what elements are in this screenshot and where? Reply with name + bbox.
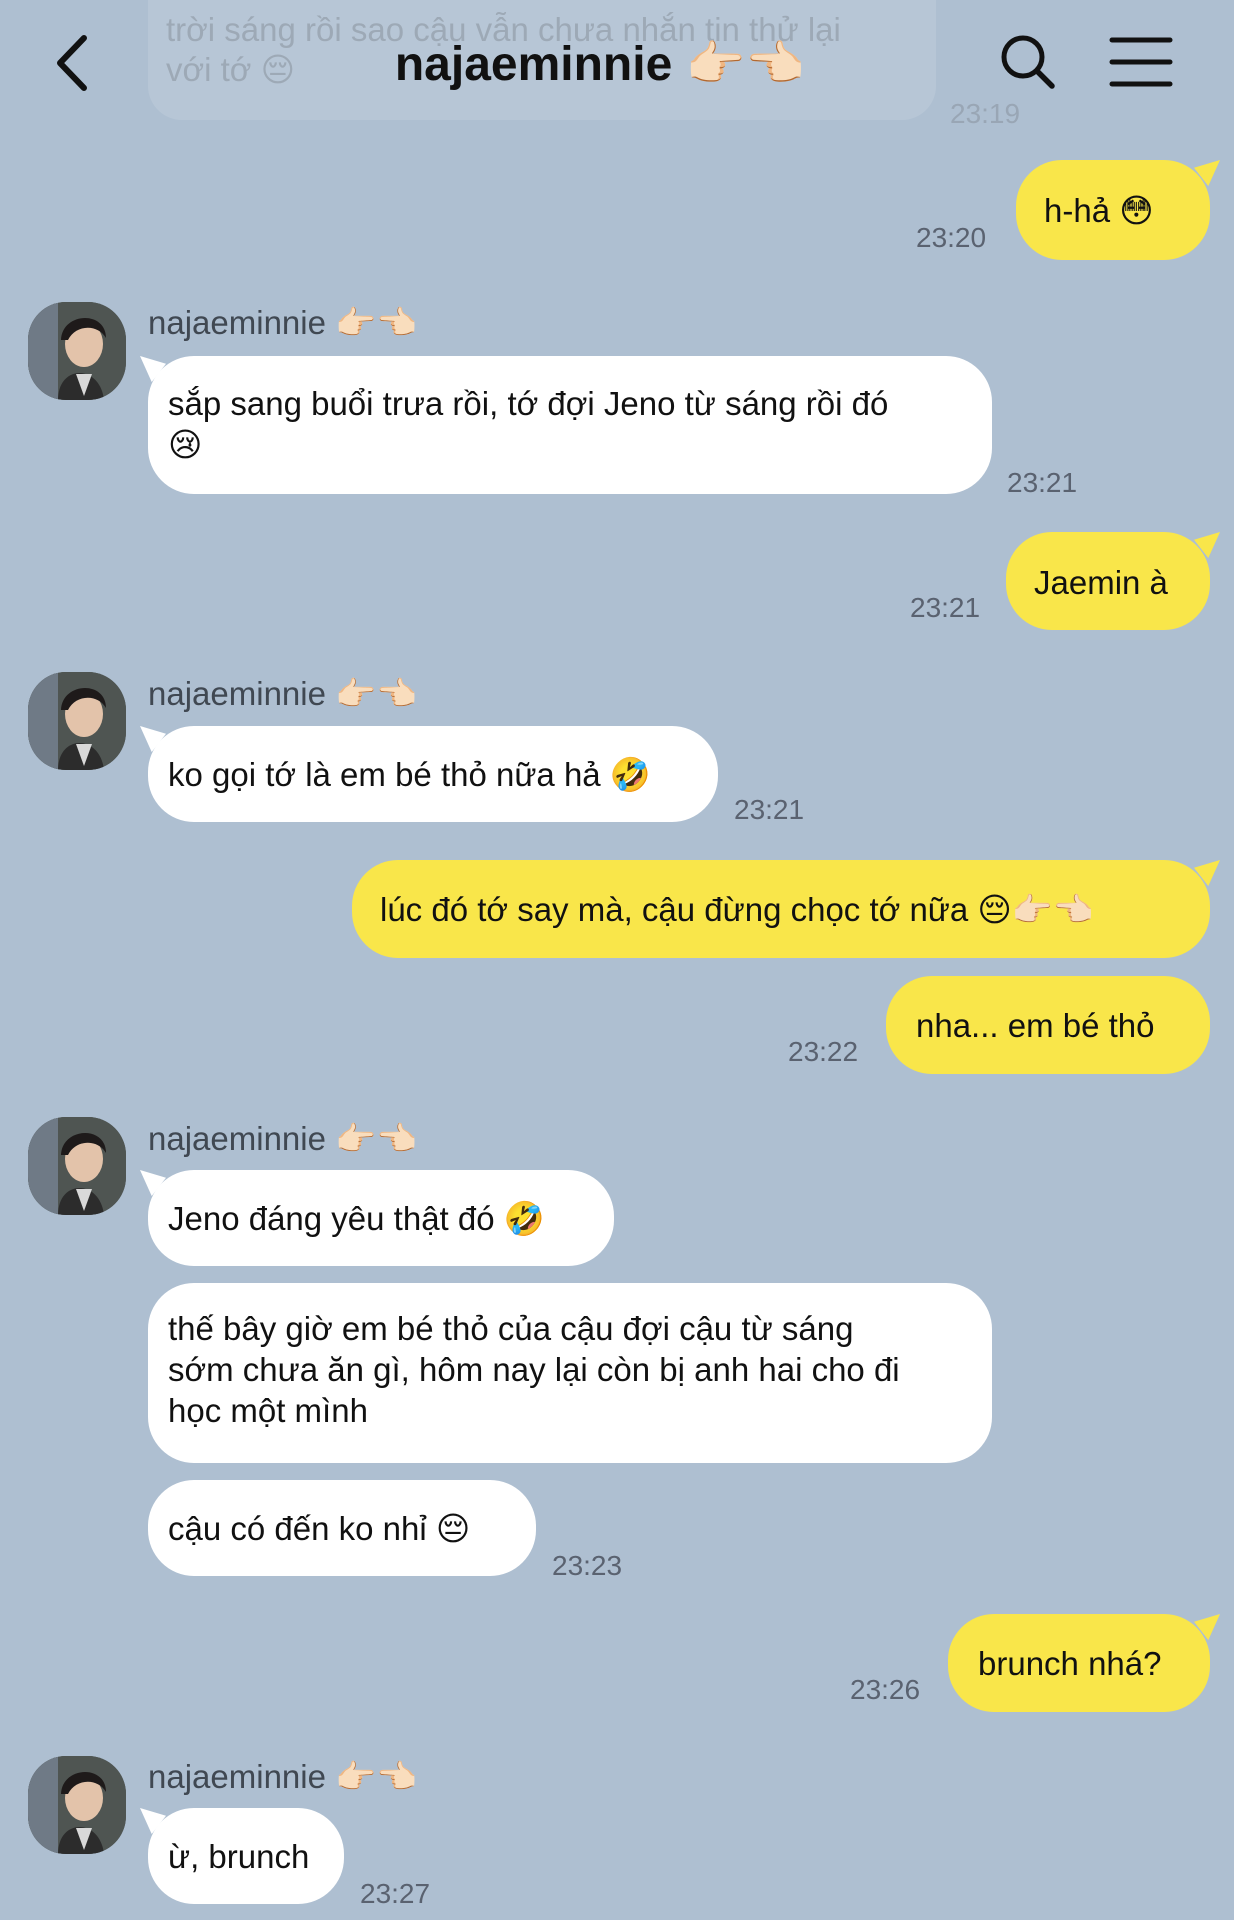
my-message-bubble[interactable]: h-hả 😳 xyxy=(1016,160,1210,260)
message-text: brunch nhá? xyxy=(978,1645,1162,1682)
message-time: 23:21 xyxy=(1007,467,1078,498)
avatar[interactable] xyxy=(28,1117,126,1215)
chevron-left-icon xyxy=(57,35,87,91)
message-time: 23:21 xyxy=(734,794,805,825)
message-time: 23:23 xyxy=(552,1550,623,1581)
their-message-bubble[interactable]: ừ, brunch xyxy=(148,1808,344,1904)
sender-name: najaeminnie 👉🏻👈🏻 xyxy=(148,304,418,341)
message-time: 23:27 xyxy=(360,1878,431,1909)
hamburger-menu-icon xyxy=(1109,37,1173,87)
their-message-bubble[interactable]: cậu có đến ko nhỉ 😔 xyxy=(148,1480,536,1576)
message-text: 😢 xyxy=(168,426,203,463)
message-text: Jeno đáng yêu thật đó 🤣 xyxy=(168,1200,545,1237)
message-time: 23:22 xyxy=(788,1036,859,1067)
message-text: nha... em bé thỏ xyxy=(916,1007,1155,1044)
their-message-bubble[interactable]: Jeno đáng yêu thật đó 🤣 xyxy=(148,1170,614,1266)
avatar-photo xyxy=(28,1756,126,1854)
my-message-bubble[interactable]: nha... em bé thỏ xyxy=(886,976,1210,1074)
message-text: học một mình xyxy=(168,1392,368,1429)
avatar-photo xyxy=(28,672,126,770)
their-message-bubble[interactable]: thế bây giờ em bé thỏ của cậu đợi cậu từ… xyxy=(148,1283,992,1463)
message-text: Jaemin à xyxy=(1034,564,1168,601)
back-button[interactable] xyxy=(50,28,110,98)
my-message-bubble[interactable]: brunch nhá? xyxy=(948,1614,1210,1712)
avatar-photo xyxy=(28,302,126,400)
avatar-photo xyxy=(28,1117,126,1215)
sender-name: najaeminnie 👉🏻👈🏻 xyxy=(148,1120,418,1157)
chat-title: najaeminnie 👉🏻👈🏻 xyxy=(394,38,806,91)
message-time: 23:21 xyxy=(910,592,981,623)
message-time: 23:20 xyxy=(916,222,987,253)
message-text: h-hả 😳 xyxy=(1044,192,1154,229)
avatar[interactable] xyxy=(28,1756,126,1854)
message-text: lúc đó tớ say mà, cậu đừng chọc tớ nữa 😔… xyxy=(380,891,1094,928)
search-icon xyxy=(1001,35,1055,89)
message-text: ko gọi tớ là em bé thỏ nữa hả 🤣 xyxy=(168,756,651,793)
sender-name: najaeminnie 👉🏻👈🏻 xyxy=(148,1758,418,1795)
avatar[interactable] xyxy=(28,302,126,400)
message-text: sớm chưa ăn gì, hôm nay lại còn bị anh h… xyxy=(168,1351,900,1388)
chat-header: najaeminnie 👉🏻👈🏻 xyxy=(0,0,1234,130)
message-text: sắp sang buổi trưa rồi, tớ đợi Jeno từ s… xyxy=(168,385,889,422)
avatar[interactable] xyxy=(28,672,126,770)
my-message-bubble[interactable]: lúc đó tớ say mà, cậu đừng chọc tớ nữa 😔… xyxy=(352,860,1210,958)
sender-name: najaeminnie 👉🏻👈🏻 xyxy=(148,675,418,712)
message-text: cậu có đến ko nhỉ 😔 xyxy=(168,1510,471,1547)
message-text: ừ, brunch xyxy=(168,1838,310,1875)
their-message-bubble[interactable]: ko gọi tớ là em bé thỏ nữa hả 🤣 xyxy=(148,726,718,822)
search-button[interactable] xyxy=(994,28,1064,98)
menu-button[interactable] xyxy=(1106,30,1176,100)
message-text: thế bây giờ em bé thỏ của cậu đợi cậu từ… xyxy=(168,1310,854,1347)
message-time: 23:26 xyxy=(850,1674,921,1705)
my-message-bubble[interactable]: Jaemin à xyxy=(1006,532,1210,630)
their-message-bubble[interactable]: sắp sang buổi trưa rồi, tớ đợi Jeno từ s… xyxy=(148,356,992,494)
